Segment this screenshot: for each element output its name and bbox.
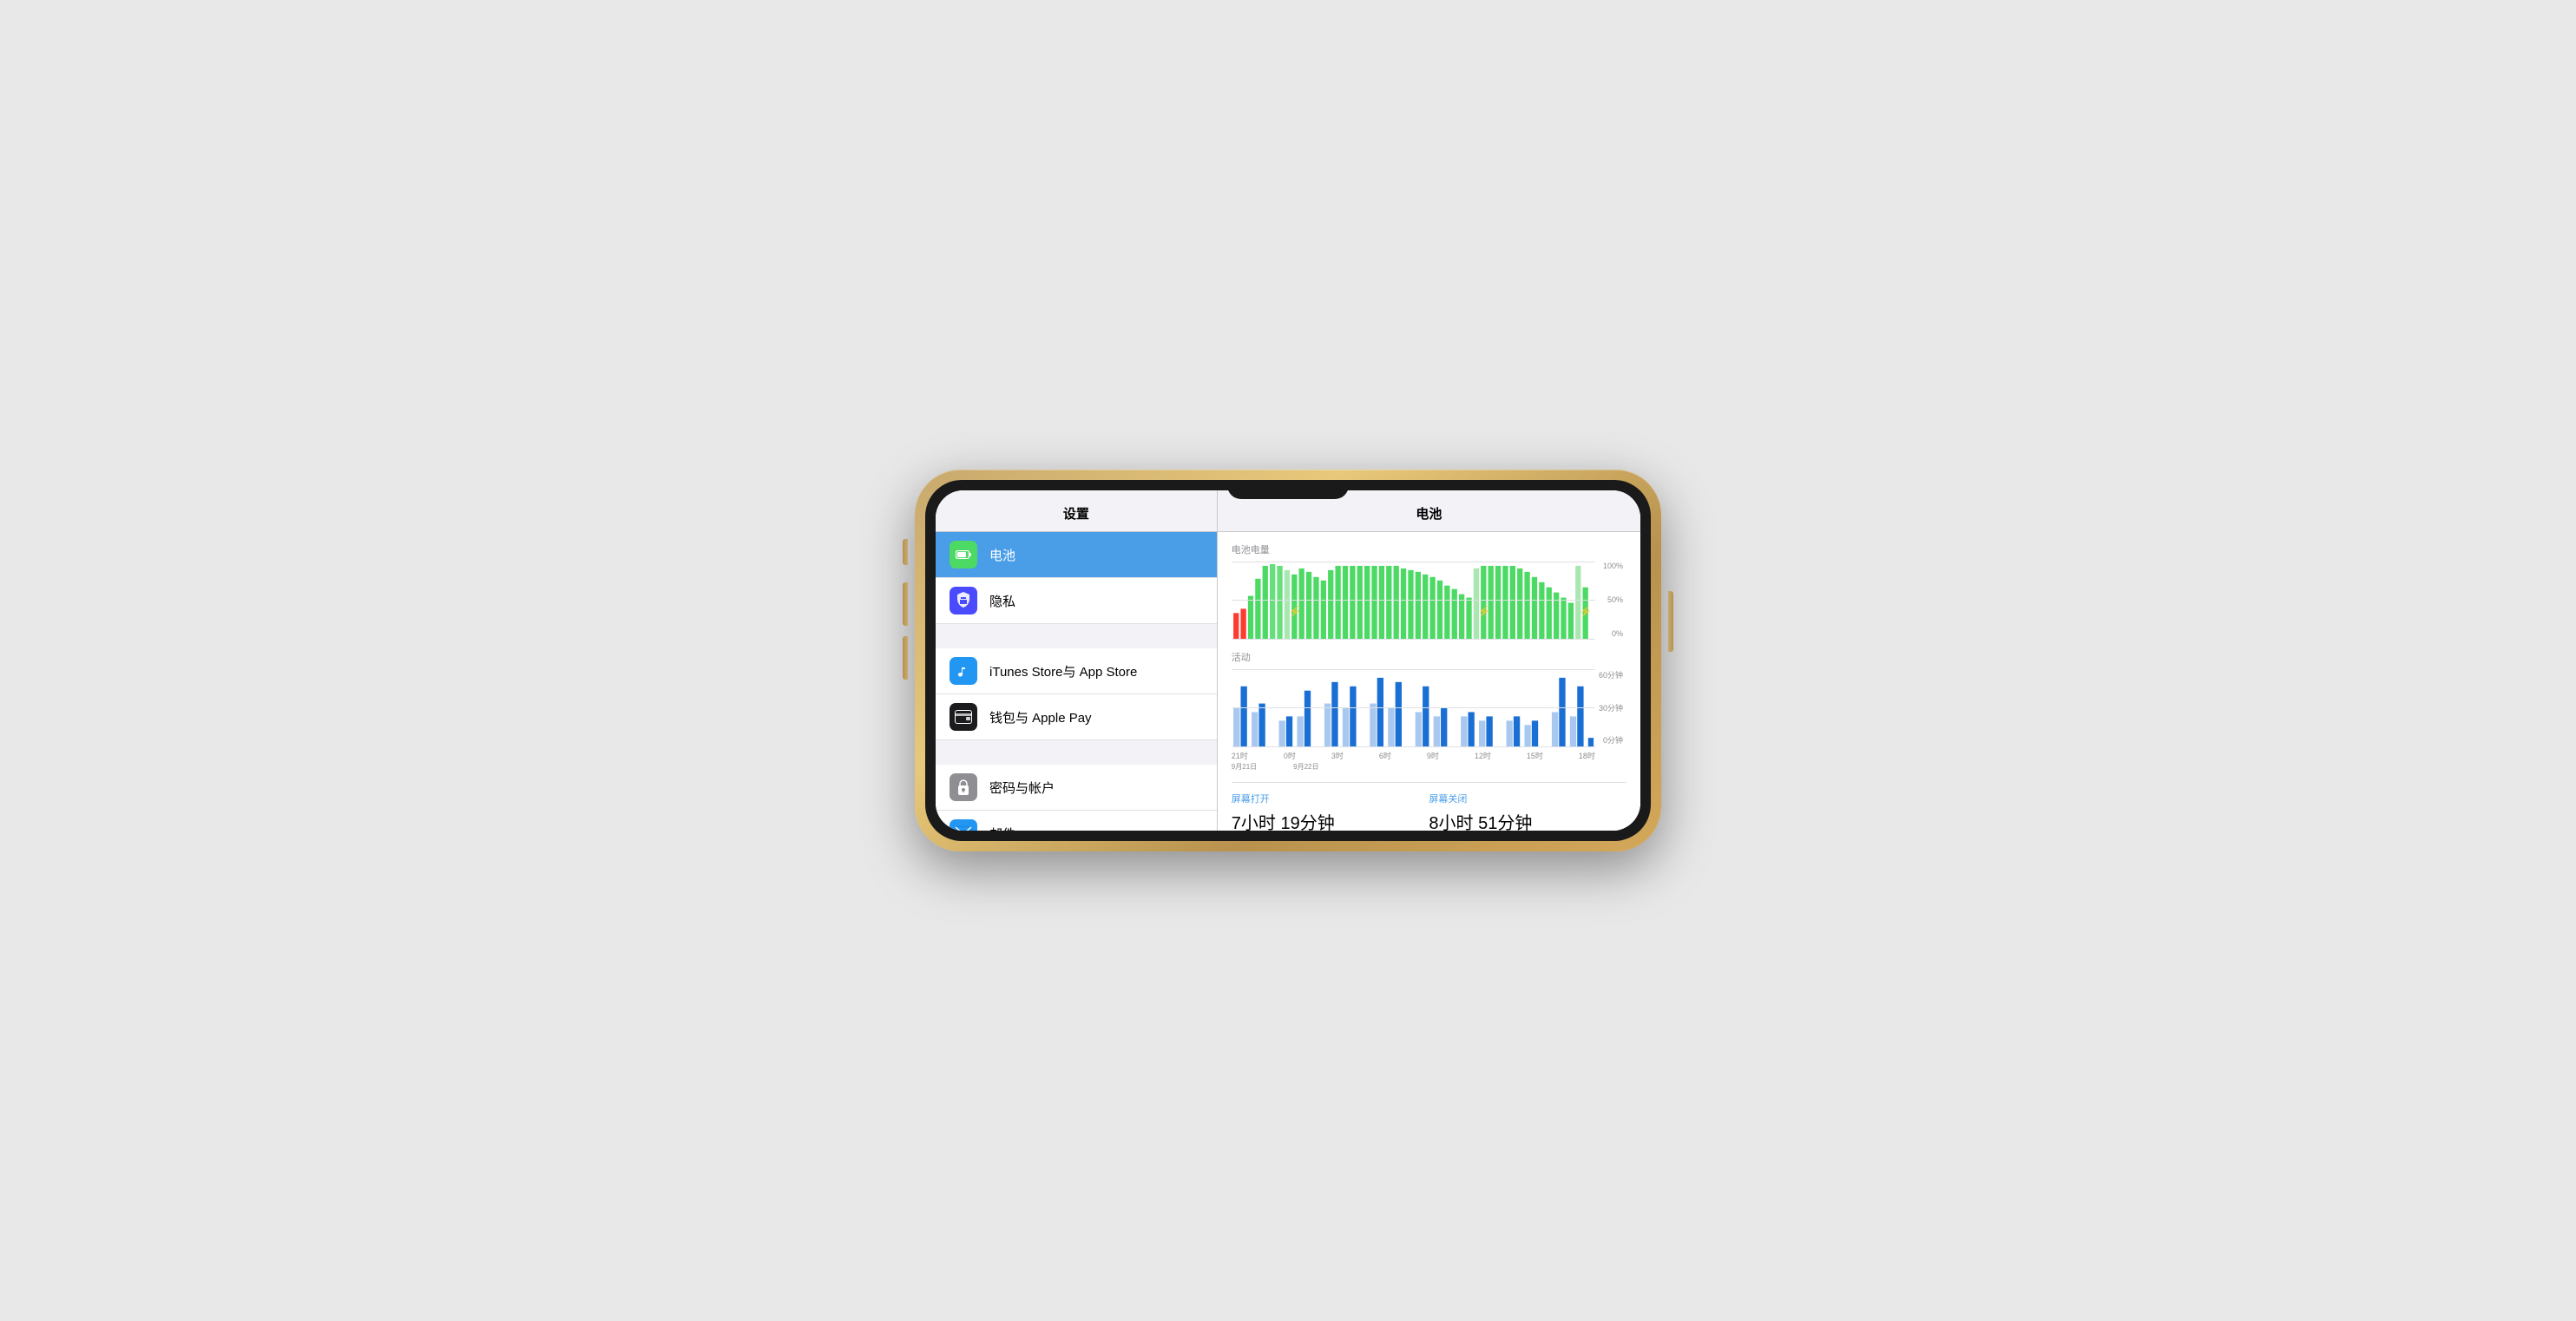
activity-chart-section: 活动 [1232,650,1626,772]
activity-svg-chart [1232,669,1595,746]
screen-content: 设置 电池 [936,490,1640,831]
power-button [1668,591,1673,652]
battery-svg-chart: ⚡ ⚡ ⚡ [1232,562,1595,639]
settings-item-itunes[interactable]: iTunes Store与 App Store [936,648,1217,694]
svg-text:⚡: ⚡ [1477,605,1491,619]
x-label-15: 15时 [1527,750,1543,761]
x-label-3: 3时 [1331,750,1344,761]
settings-panel: 设置 电池 [936,490,1218,831]
activity-chart-label: 活动 [1232,650,1626,664]
screen-off-section: 屏幕关闭 8小时 51分钟 [1429,792,1626,831]
x-label-18: 18时 [1579,750,1595,761]
battery-label: 电池 [989,546,1015,564]
x-label-12: 12时 [1475,750,1491,761]
svg-text:⚡: ⚡ [1579,605,1593,619]
phone-frame: 设置 电池 [915,470,1661,851]
screen-time-section: 屏幕打开 7小时 19分钟 屏幕关闭 8小时 51分钟 [1232,782,1626,831]
main-content: 设置 电池 [936,490,1640,831]
y-label-50: 50% [1595,595,1623,604]
privacy-label: 隐私 [989,592,1015,610]
spacer-1 [936,624,1217,648]
activity-grid-50 [1232,707,1595,708]
wallet-icon [950,703,977,731]
battery-content: 电池电量 [1218,532,1640,831]
y-label-0min: 0分钟 [1595,734,1623,746]
password-icon [950,773,977,801]
privacy-icon [950,587,977,614]
battery-icon [950,541,977,568]
mute-button [903,539,908,565]
settings-title: 设置 [936,490,1217,532]
password-label: 密码与帐户 [989,779,1055,797]
settings-item-privacy[interactable]: 隐私 [936,578,1217,624]
mail-icon [950,819,977,831]
activity-grid-100 [1232,669,1595,670]
itunes-label: iTunes Store与 App Store [989,662,1137,680]
wallet-label: 钱包与 Apple Pay [989,708,1092,726]
settings-item-password[interactable]: 密码与帐户 [936,765,1217,811]
battery-y-axis: 100% 50% 0% [1595,562,1626,640]
grid-line-50 [1232,600,1595,601]
settings-item-battery[interactable]: 电池 [936,532,1217,578]
phone-screen: 设置 电池 [925,480,1651,841]
date-label-sept22: 9月22日 [1293,762,1318,772]
screen-off-label: 屏幕关闭 [1429,792,1626,805]
itunes-icon [950,657,977,685]
date-label-sept21: 9月21日 [1232,762,1257,772]
battery-panel: 电池 电池电量 [1218,490,1640,831]
y-label-60min: 60分钟 [1595,669,1623,680]
svg-text:⚡: ⚡ [1288,605,1302,619]
activity-y-axis: 60分钟 30分钟 0分钟 [1595,669,1626,747]
notch [1227,480,1349,499]
volume-down-button [903,636,908,680]
settings-item-mail[interactable]: 邮件 [936,811,1217,831]
settings-list: 电池 隐私 [936,532,1217,831]
screen-on-label: 屏幕打开 [1232,792,1429,805]
battery-chart-label: 电池电量 [1232,542,1626,556]
x-label-0: 0时 [1284,750,1296,761]
mail-label: 邮件 [989,825,1015,831]
screen-off-value: 8小时 51分钟 [1429,809,1626,831]
screen-on-value: 7小时 19分钟 [1232,809,1429,831]
y-label-30min: 30分钟 [1595,702,1623,713]
screen-on-section: 屏幕打开 7小时 19分钟 [1232,792,1429,831]
x-label-21: 21时 [1232,750,1248,761]
x-label-9: 9时 [1427,750,1439,761]
volume-up-button [903,582,908,626]
x-label-6: 6时 [1379,750,1391,761]
settings-item-wallet[interactable]: 钱包与 Apple Pay [936,694,1217,740]
y-label-0: 0% [1595,629,1623,638]
y-label-100: 100% [1595,562,1623,570]
battery-chart-section: 电池电量 [1232,542,1626,640]
spacer-2 [936,740,1217,765]
